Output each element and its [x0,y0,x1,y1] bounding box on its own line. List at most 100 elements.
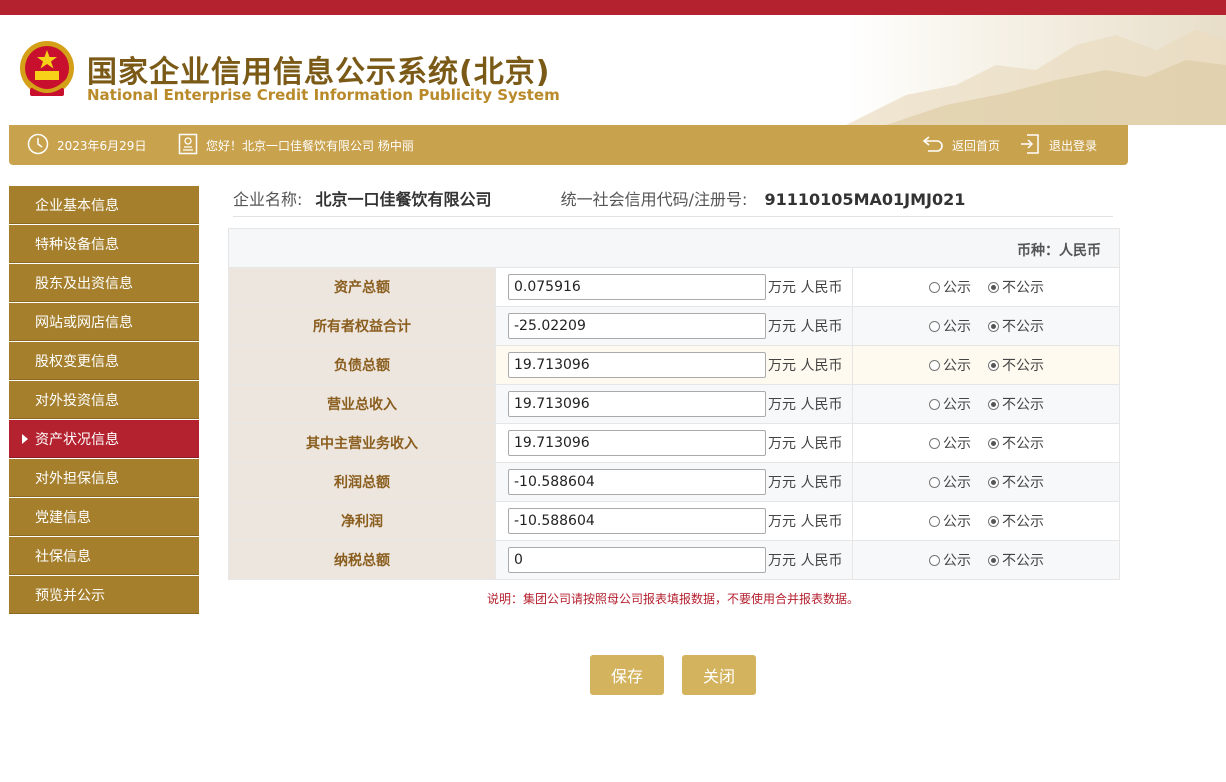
row-label: 其中主营业务收入 [229,424,496,462]
close-button[interactable]: 关闭 [682,655,756,695]
publicity-options: 公示 不公示 [853,268,1119,306]
sidebar-item-guarantee[interactable]: 对外担保信息 [9,459,199,497]
table-row: 营业总收入 19.713096 万元 人民币 公示 不公示 [229,384,1119,423]
table-row: 利润总额 -10.588604 万元 人民币 公示 不公示 [229,462,1119,501]
row-label: 营业总收入 [229,385,496,423]
public-radio[interactable]: 公示 [929,277,971,297]
public-radio[interactable]: 公示 [929,550,971,570]
national-emblem-icon [18,40,76,102]
unit-label: 万元 人民币 [768,358,843,374]
radio-on-icon [988,359,999,371]
company-name-value: 北京一口佳餐饮有限公司 [315,190,492,209]
private-radio[interactable]: 不公示 [988,550,1044,570]
page-header: 国家企业信用信息公示系统(北京) National Enterprise Cre… [0,15,1226,125]
private-radio[interactable]: 不公示 [988,277,1044,297]
radio-off-icon [929,281,940,293]
private-radio[interactable]: 不公示 [988,355,1044,375]
sidebar-item-social-security[interactable]: 社保信息 [9,537,199,575]
amount-input[interactable]: -25.02209 [508,313,766,339]
private-radio-label: 不公示 [1002,397,1044,413]
unit-label: 万元 人民币 [768,436,843,452]
private-radio-label: 不公示 [1002,514,1044,530]
sidebar-item-equity-change[interactable]: 股权变更信息 [9,342,199,380]
private-radio[interactable]: 不公示 [988,433,1044,453]
amount-input[interactable]: 19.713096 [508,352,766,378]
active-arrow-icon [22,434,28,444]
date-display: 2023年6月29日 [27,125,146,165]
row-input-cell: -10.588604 万元 人民币 [496,502,853,540]
private-radio[interactable]: 不公示 [988,394,1044,414]
public-radio-label: 公示 [943,514,971,530]
radio-off-icon [929,515,940,527]
publicity-options: 公示 不公示 [853,502,1119,540]
public-radio[interactable]: 公示 [929,316,971,336]
private-radio-label: 不公示 [1002,358,1044,374]
unit-label: 万元 人民币 [768,475,843,491]
public-radio-label: 公示 [943,397,971,413]
row-input-cell: -25.02209 万元 人民币 [496,307,853,345]
radio-on-icon [988,554,999,566]
radio-off-icon [929,554,940,566]
radio-off-icon [929,359,940,371]
public-radio[interactable]: 公示 [929,433,971,453]
credit-code-value: 91110105MA01JMJ021 [764,190,966,209]
unit-label: 万元 人民币 [768,280,843,296]
logout-link[interactable]: 退出登录 [1019,125,1097,165]
row-input-cell: 0.075916 万元 人民币 [496,268,853,306]
private-radio[interactable]: 不公示 [988,472,1044,492]
home-link[interactable]: 返回首页 [922,125,1000,165]
logout-icon [1019,133,1041,158]
private-radio[interactable]: 不公示 [988,316,1044,336]
amount-input[interactable]: -10.588604 [508,508,766,534]
private-radio-label: 不公示 [1002,475,1044,491]
return-arrow-icon [922,135,944,156]
sidebar-item-label: 对外担保信息 [35,470,119,487]
row-label: 利润总额 [229,463,496,501]
radio-on-icon [988,281,999,293]
row-input-cell: 0 万元 人民币 [496,541,853,579]
public-radio[interactable]: 公示 [929,472,971,492]
site-subtitle: National Enterprise Credit Information P… [87,86,560,104]
sidebar-item-label: 预览并公示 [35,587,105,604]
unit-label: 万元 人民币 [768,319,843,335]
sidebar-item-websites[interactable]: 网站或网店信息 [9,303,199,341]
radio-off-icon [929,320,940,332]
currency-row: 币种：人民币 [229,229,1119,267]
sidebar-item-basic-info[interactable]: 企业基本信息 [9,186,199,224]
radio-on-icon [988,476,999,488]
radio-on-icon [988,320,999,332]
sidebar-item-special-equipment[interactable]: 特种设备信息 [9,225,199,263]
public-radio[interactable]: 公示 [929,511,971,531]
user-greeting: 您好！北京一口佳餐饮有限公司 杨中丽 [178,125,414,165]
amount-input[interactable]: 0 [508,547,766,573]
unit-label: 万元 人民币 [768,553,843,569]
row-label: 所有者权益合计 [229,307,496,345]
sidebar-item-investment[interactable]: 对外投资信息 [9,381,199,419]
sidebar-item-assets[interactable]: 资产状况信息 [9,420,199,458]
sidebar-item-label: 股东及出资信息 [35,275,133,292]
clock-icon [27,133,49,158]
sidebar-item-preview[interactable]: 预览并公示 [9,576,199,614]
site-title: 国家企业信用信息公示系统(北京) [87,55,551,90]
radio-off-icon [929,437,940,449]
sidebar-item-party[interactable]: 党建信息 [9,498,199,536]
amount-input[interactable]: 0.075916 [508,274,766,300]
company-name-label: 企业名称: [233,190,303,209]
public-radio[interactable]: 公示 [929,394,971,414]
company-info: 企业名称: 北京一口佳餐饮有限公司 统一社会信用代码/注册号: 91110105… [233,186,1113,217]
currency-label: 币种：人民币 [1017,243,1101,259]
amount-input[interactable]: -10.588604 [508,469,766,495]
private-radio[interactable]: 不公示 [988,511,1044,531]
home-link-label: 返回首页 [952,138,1001,153]
public-radio[interactable]: 公示 [929,355,971,375]
amount-input[interactable]: 19.713096 [508,430,766,456]
radio-on-icon [988,515,999,527]
sidebar-item-label: 社保信息 [35,548,91,565]
info-bar: 2023年6月29日 您好！北京一口佳餐饮有限公司 杨中丽 返回首页 退出登录 [9,125,1128,165]
sidebar-item-shareholders[interactable]: 股东及出资信息 [9,264,199,302]
row-label: 资产总额 [229,268,496,306]
amount-input[interactable]: 19.713096 [508,391,766,417]
row-input-cell: 19.713096 万元 人民币 [496,385,853,423]
radio-off-icon [929,476,940,488]
save-button[interactable]: 保存 [590,655,664,695]
